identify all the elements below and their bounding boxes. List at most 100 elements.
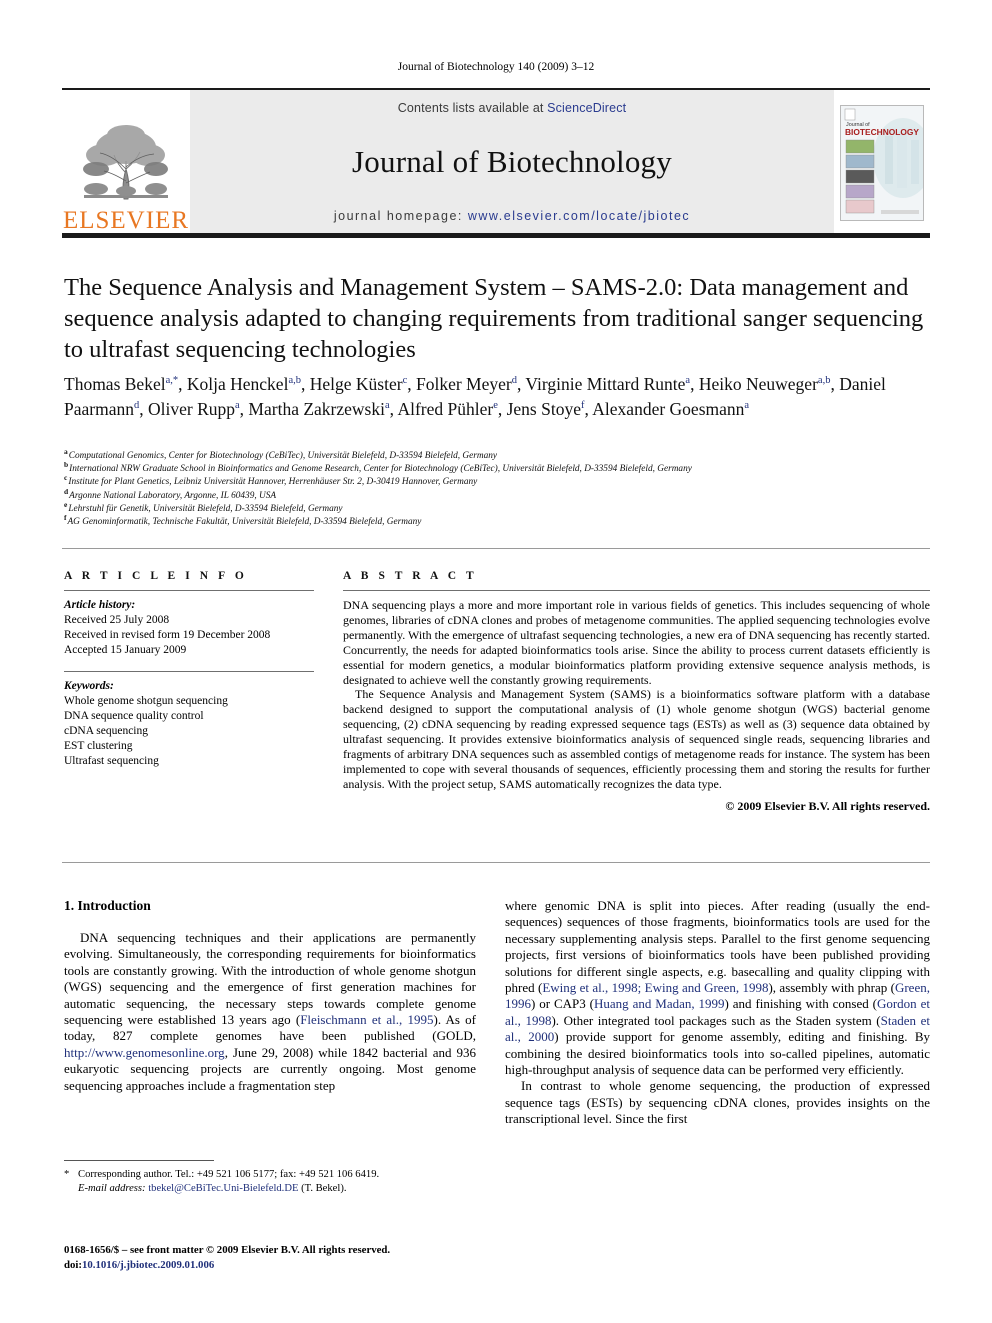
author-name: Thomas Bekel [64,374,166,394]
author-name: Heiko Neuweger [698,374,818,394]
imprint-block: 0168-1656/$ – see front matter © 2009 El… [64,1243,564,1272]
divider-article-info [64,590,314,591]
affiliation-text: Lehrstuhl für Genetik, Universität Biele… [68,503,343,514]
intro-paragraph-2: where genomic DNA is split into pieces. … [505,898,930,1078]
footnote-body: Corresponding author. Tel.: +49 521 106 … [78,1168,476,1195]
author-name: Kolja Henckel [186,374,289,394]
keyword-item: DNA sequence quality control [64,710,204,722]
elsevier-wordmark: ELSEVIER [62,207,190,234]
author-affiliation-marker: a,b [288,375,301,387]
abstract-paragraph: The Sequence Analysis and Management Sys… [343,687,930,791]
email-address-label: E-mail address: [78,1182,146,1194]
article-info-column: A R T I C L E I N F O Article history: R… [64,570,314,769]
journal-cover-thumbnail: Journal of BIOTECHNOLOGY [840,104,924,221]
corresponding-author-text: Corresponding author. Tel.: +49 521 106 … [78,1169,380,1180]
body-column-left: 1. Introduction DNA sequencing technique… [64,898,476,1094]
author-name: Alfred Pühler [397,398,494,419]
abstract-heading: A B S T R A C T [343,570,478,582]
divider-under-affiliations [62,548,930,549]
affiliation-item: bInternational NRW Graduate School in Bi… [64,460,930,476]
genomesonline-link[interactable]: http://www.genomesonline.org [64,1045,225,1060]
affiliation-text: Institute for Plant Genetics, Leibniz Un… [68,477,478,488]
article-history-item: Accepted 15 January 2009 [64,644,187,656]
affiliation-marker: a [64,446,68,456]
body-column-right: where genomic DNA is split into pieces. … [505,898,930,1128]
keywords-label: Keywords: [64,680,114,692]
author-affiliation-marker: a [685,375,691,387]
author-affiliation-marker: a,* [165,375,179,387]
contents-lists-line: Contents lists available at ScienceDirec… [398,101,626,115]
article-info-heading: A R T I C L E I N F O [64,570,248,582]
author-name: Alexander Goesmann [592,398,745,419]
author-affiliation-marker: a [744,399,750,411]
author-affiliation-marker: a [384,399,390,411]
keyword-item: Ultrafast sequencing [64,755,159,767]
affiliation-item: fAG Genominformatik, Technische Fakultät… [64,512,930,529]
citation-ewing[interactable]: Ewing et al., 1998; Ewing and Green, 199… [542,980,768,995]
affiliation-marker: e [64,499,68,509]
author-name: Martha Zakrzewski [248,398,385,419]
affiliation-item: eLehrstuhl für Genetik, Universität Biel… [64,499,930,516]
sciencedirect-link[interactable]: ScienceDirect [547,101,626,115]
affiliation-text: AG Genominformatik, Technische Fakultät,… [67,517,422,528]
abstract-column: A B S T R A C T DNA sequencing plays a m… [343,570,930,814]
divider-abstract [343,590,930,591]
author-name: Helge Küster [309,374,403,394]
author-name: Folker Meyer [415,374,512,394]
keyword-item: EST clustering [64,740,133,752]
affiliation-item: cInstitute for Plant Genetics, Leibniz U… [64,473,930,489]
section-heading-introduction: 1. Introduction [64,898,151,913]
doi-line: doi:10.1016/j.jbiotec.2009.01.006 [64,1258,564,1273]
intro-paragraph-3: In contrast to whole genome sequencing, … [505,1078,930,1127]
journal-homepage-link[interactable]: www.elsevier.com/locate/jbiotec [468,209,690,223]
footnote-rule [64,1160,214,1161]
article-history-item: Received 25 July 2008 [64,614,170,626]
affiliation-item: dArgonne National Laboratory, Argonne, I… [64,486,930,503]
author-name: Oliver Rupp [147,398,235,419]
author-affiliation-marker: d [133,399,140,411]
citation-fleischmann[interactable]: Fleischmann et al., 1995 [300,1012,433,1027]
author-affiliation-marker: d [511,375,517,387]
cover-artwork-icon: Journal of BIOTECHNOLOGY [841,105,923,220]
author-list: Thomas Bekela,*, Kolja Henckela,b, Helge… [64,374,886,419]
article-history-list: Received 25 July 2008 Received in revised… [64,613,314,658]
divider-under-abstract [62,862,930,863]
corresponding-author-footnote: * Corresponding author. Tel.: +49 521 10… [64,1168,476,1195]
homepage-prefix: journal homepage: [333,209,468,223]
abstract-paragraph: DNA sequencing plays a more and more imp… [343,598,930,687]
svg-text:BIOTECHNOLOGY: BIOTECHNOLOGY [845,127,919,137]
masthead-center-band: Contents lists available at ScienceDirec… [190,90,834,235]
affiliation-item: aComputational Genomics, Center for Biot… [64,446,930,463]
issn-front-matter: 0168-1656/$ – see front matter © 2009 El… [64,1244,391,1256]
journal-article-page: Journal of Biotechnology 140 (2009) 3–12 [0,0,992,1323]
running-head: Journal of Biotechnology 140 (2009) 3–12 [397,61,595,73]
intro2-text-d: ) and finishing with consed ( [724,996,877,1012]
author-affiliation-marker: a [235,399,240,411]
keyword-item: Whole genome shotgun sequencing [64,695,228,707]
keywords-list: Whole genome shotgun sequencing DNA seque… [64,694,314,769]
email-owner: (T. Bekel). [301,1182,347,1194]
affiliation-text: Argonne National Laboratory, Argonne, IL… [69,490,277,501]
intro-paragraph-1: DNA sequencing techniques and their appl… [64,930,476,1094]
abstract-copyright: © 2009 Elsevier B.V. All rights reserved… [725,798,930,813]
intro2-text-e: ). Other integrated tool packages such a… [551,1012,881,1028]
intro2-text-b: ), assembly with phrap ( [768,980,895,996]
affiliation-marker: c [64,473,68,483]
intro2-text-f: ) provide support for genome assembly, e… [505,1029,930,1078]
intro2-text-c: ) or CAP3 ( [531,996,595,1012]
affiliation-marker: b [64,460,69,470]
article-history-label: Article history: [64,599,136,611]
keyword-item: cDNA sequencing [64,725,148,737]
masthead-bottom-rule [62,233,930,238]
author-email-link[interactable]: tbekel@CeBiTec.Uni-Bielefeld.DE [148,1183,298,1194]
affiliation-text: International NRW Graduate School in Bio… [69,464,692,475]
doi-link[interactable]: 10.1016/j.jbiotec.2009.01.006 [82,1259,214,1271]
footnote-block: * Corresponding author. Tel.: +49 521 10… [64,1168,476,1195]
elsevier-tree-icon [83,125,168,200]
affiliation-list: aComputational Genomics, Center for Biot… [64,446,930,529]
citation-huang-madan[interactable]: Huang and Madan, 1999 [594,996,725,1011]
footnote-star-marker: * [64,1169,70,1180]
affiliation-marker: f [64,512,67,522]
journal-homepage-line: journal homepage: www.elsevier.com/locat… [334,209,690,223]
affiliation-marker: d [64,486,69,496]
